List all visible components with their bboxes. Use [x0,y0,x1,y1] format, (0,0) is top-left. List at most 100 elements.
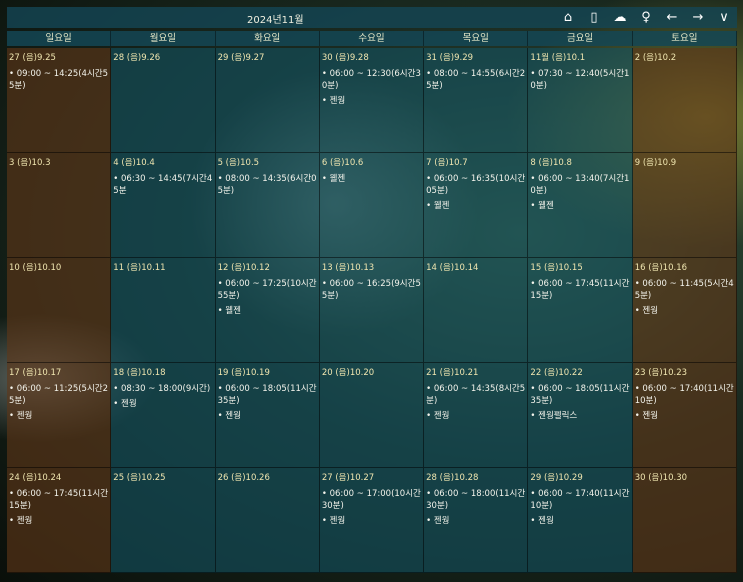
calendar-event[interactable]: 젠웡 [218,410,317,422]
day-cell[interactable]: 3 (음)10.3 [7,153,112,258]
weekday-label: 목요일 [424,31,529,46]
day-date: 26 (음)10.26 [217,473,270,483]
calendar-event[interactable]: 06:00 ~ 17:25(10시간55분) [218,278,317,302]
calendar-event[interactable]: 젠웡 [9,515,108,527]
day-cell[interactable]: 28 (음)9.26 [111,48,216,153]
calendar-event[interactable]: 06:00 ~ 18:05(11시간35분) [218,383,317,407]
day-cell[interactable]: 13 (음)10.13 06:00 ~ 16:25(9시간55분) [319,258,425,363]
person-icon[interactable]: ♀ [637,10,655,25]
calendar-event[interactable]: 09:00 ~ 14:25(4시간55분) [9,68,108,92]
calendar-event[interactable]: 06:00 ~ 16:25(9시간55분) [322,278,421,302]
day-cell[interactable]: 12 (음)10.12 06:00 ~ 17:25(10시간55분) 웰젠 [215,258,320,363]
day-cell[interactable]: 16 (음)10.16 06:00 ~ 11:45(5시간45분) 젠웡 [632,258,737,363]
calendar-event[interactable]: 젠웡 [426,410,525,422]
calendar-event[interactable]: 08:00 ~ 14:55(6시간25분) [426,68,525,92]
day-cell[interactable]: 8 (음)10.8 06:00 ~ 13:40(7시간10분) 웰젠 [528,153,633,258]
weekday-header: 일요일 월요일 화요일 수요일 목요일 금요일 토요일 [7,31,737,46]
day-cell[interactable]: 20 (음)10.20 [319,363,425,468]
day-cell[interactable]: 11 (음)10.11 [111,258,216,363]
day-cell[interactable]: 25 (음)10.25 [111,468,216,573]
day-cell[interactable]: 29 (음)10.29 06:00 ~ 17:40(11시간10분) 젠웡 [528,468,633,573]
day-cell[interactable]: 11월 (음)10.1 07:30 ~ 12:40(5시간10분) [528,48,633,153]
day-date: 6 (음)10.6 [321,158,364,168]
day-cell[interactable]: 26 (음)10.26 [215,468,320,573]
calendar-event[interactable]: 06:00 ~ 11:45(5시간45분) [635,278,734,302]
day-date: 30 (음)10.30 [634,473,688,483]
calendar-event[interactable]: 06:00 ~ 18:00(11시간30분) [426,488,525,512]
calendar-event[interactable]: 젠웡펠릭스 [530,410,629,422]
calendar-event[interactable]: 웰젠 [218,305,317,317]
calendar-event[interactable]: 06:00 ~ 17:45(11시간15분) [9,488,108,512]
calendar-event[interactable]: 06:00 ~ 17:40(11시간10분) [635,383,734,407]
calendar-event[interactable]: 06:00 ~ 12:30(6시간30분) [322,68,421,92]
calendar-event[interactable]: 08:00 ~ 14:35(6시간05분) [218,173,317,197]
calendar-event[interactable]: 젠웡 [426,515,525,527]
weekday-label: 월요일 [111,31,216,46]
day-date: 31 (음)9.29 [426,53,474,63]
calendar-event[interactable]: 젠웡 [9,410,108,422]
calendar-event[interactable]: 06:00 ~ 17:40(11시간10분) [530,488,629,512]
day-cell[interactable]: 28 (음)10.28 06:00 ~ 18:00(11시간30분) 젠웡 [424,468,529,573]
home-icon[interactable]: ⌂ [559,10,577,25]
arrow-right-icon[interactable]: → [689,10,707,25]
day-cell[interactable]: 27 (음)10.27 06:00 ~ 17:00(10시간30분) 젠웡 [319,468,425,573]
calendar-event[interactable]: 젠웡 [322,515,421,527]
day-cell[interactable]: 22 (음)10.22 06:00 ~ 18:05(11시간35분) 젠웡펠릭스 [528,363,633,468]
calendar-event[interactable]: 06:00 ~ 17:00(10시간30분) [322,488,421,512]
day-cell[interactable]: 24 (음)10.24 06:00 ~ 17:45(11시간15분) 젠웡 [7,468,112,573]
day-cell[interactable]: 5 (음)10.5 08:00 ~ 14:35(6시간05분) [215,153,320,258]
calendar-event[interactable]: 웰젠 [322,173,421,185]
calendar-event[interactable]: 06:00 ~ 16:35(10시간05분) [426,173,525,197]
calendar-grid: 27 (음)9.25 09:00 ~ 14:25(4시간55분) 28 (음)9.2… [7,48,737,573]
chevron-down-icon[interactable]: ∨ [715,10,733,25]
calendar-event[interactable]: 08:30 ~ 18:00(9시간) [113,383,212,395]
calendar-event[interactable]: 06:00 ~ 13:40(7시간10분) [530,173,629,197]
day-cell[interactable]: 30 (음)9.28 06:00 ~ 12:30(6시간30분) 젠웡 [319,48,425,153]
calendar-event[interactable]: 06:30 ~ 14:45(7시간45분 [113,173,212,197]
day-cell[interactable]: 14 (음)10.14 [424,258,529,363]
day-cell[interactable]: 7 (음)10.7 06:00 ~ 16:35(10시간05분) 웰젠 [424,153,529,258]
day-cell[interactable]: 10 (음)10.10 [7,258,112,363]
calendar-event[interactable]: 웰젠 [530,200,629,212]
day-cell[interactable]: 31 (음)9.29 08:00 ~ 14:55(6시간25분) [424,48,529,153]
day-date: 2 (음)10.2 [634,53,677,63]
day-cell[interactable]: 9 (음)10.9 [632,153,737,258]
day-cell[interactable]: 23 (음)10.23 06:00 ~ 17:40(11시간10분) 젠웡 [632,363,737,468]
day-date: 29 (음)10.29 [530,473,583,483]
day-date: 11월 (음)10.1 [530,53,586,63]
day-cell[interactable]: 29 (음)9.27 [215,48,320,153]
toolbar: ⌂ ▯ ☁ ♀ ← → ∨ [559,7,733,28]
day-date: 10 (음)10.10 [9,263,62,273]
calendar-event[interactable]: 06:00 ~ 17:45(11시간15분) [530,278,629,302]
day-cell[interactable]: 6 (음)10.6 웰젠 [319,153,425,258]
calendar-event[interactable]: 젠웡 [322,95,421,107]
calendar-header: 2024년11월 ⌂ ▯ ☁ ♀ ← → ∨ [7,7,737,28]
day-cell[interactable]: 18 (음)10.18 08:30 ~ 18:00(9시간) 젠웡 [111,363,216,468]
day-date: 7 (음)10.7 [426,158,468,168]
calendar-event[interactable]: 06:00 ~ 11:25(5시간25분) [9,383,108,407]
calendar-event[interactable]: 06:00 ~ 14:35(8시간5분) [426,383,525,407]
calendar-event[interactable]: 젠웡 [635,305,734,317]
calendar-event[interactable]: 07:30 ~ 12:40(5시간10분) [530,68,629,92]
day-cell[interactable]: 27 (음)9.25 09:00 ~ 14:25(4시간55분) [7,48,112,153]
calendar-event[interactable]: 젠웡 [113,398,212,410]
weekday-label: 수요일 [320,31,425,46]
calendar-event[interactable]: 06:00 ~ 18:05(11시간35분) [530,383,629,407]
calendar-event[interactable]: 젠웡 [635,410,734,422]
day-cell[interactable]: 15 (음)10.15 06:00 ~ 17:45(11시간15분) [528,258,633,363]
phone-icon[interactable]: ▯ [585,10,603,25]
day-cell[interactable]: 19 (음)10.19 06:00 ~ 18:05(11시간35분) 젠웡 [215,363,320,468]
day-date: 17 (음)10.17 [9,368,62,378]
arrow-left-icon[interactable]: ← [663,10,681,25]
calendar-event[interactable]: 젠웡 [530,515,629,527]
day-cell[interactable]: 2 (음)10.2 [632,48,737,153]
day-cell[interactable]: 4 (음)10.4 06:30 ~ 14:45(7시간45분 [111,153,216,258]
day-cell[interactable]: 17 (음)10.17 06:00 ~ 11:25(5시간25분) 젠웡 [7,363,112,468]
day-cell[interactable]: 21 (음)10.21 06:00 ~ 14:35(8시간5분) 젠웡 [424,363,529,468]
day-cell[interactable]: 30 (음)10.30 [632,468,737,573]
day-date: 28 (음)10.28 [426,473,479,483]
calendar-event[interactable]: 웰젠 [426,200,525,212]
day-date: 25 (음)10.25 [113,473,166,483]
cloud-icon[interactable]: ☁ [611,10,629,25]
day-date: 27 (음)10.27 [321,473,375,483]
